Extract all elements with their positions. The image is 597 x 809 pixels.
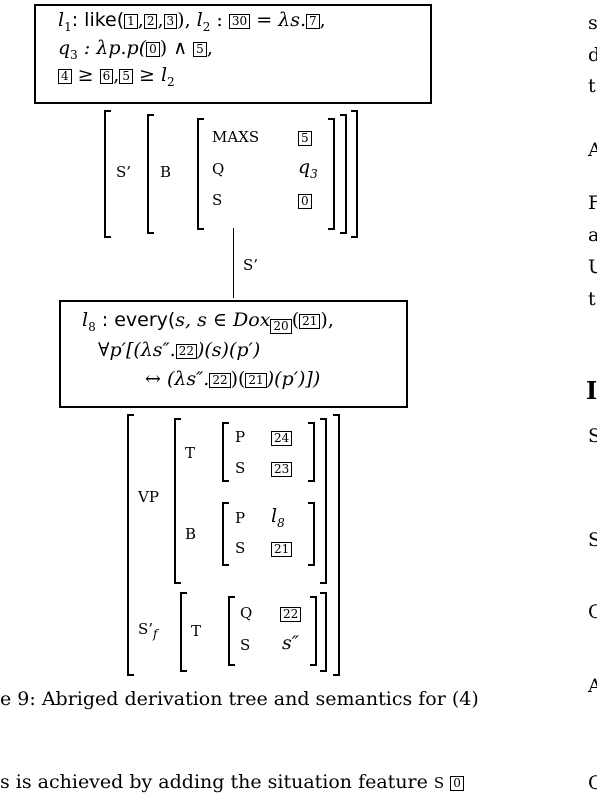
avm2-b-right-bracket [308, 502, 315, 566]
tag-22b: 22 [209, 373, 231, 388]
avm2-sf-val-q: 22 [280, 604, 302, 623]
avm1-mid-left-bracket [147, 114, 154, 234]
avm2-t-val-s: 23 [271, 459, 293, 478]
tag-0: 0 [146, 42, 160, 57]
right-col-line-6: U [588, 256, 597, 278]
tag-2: 2 [143, 14, 158, 29]
avm1-val-s: 0 [298, 191, 312, 210]
avm2-b-val-p: l8 [271, 505, 285, 530]
tag-3: 3 [163, 14, 178, 29]
avm2-sf-feat-s: S [240, 636, 251, 654]
avm2-t-left-bracket [222, 422, 229, 482]
avm2-outer-left-bracket [127, 414, 134, 676]
tree-edge [233, 228, 234, 298]
avm1-feat-q: Q [212, 160, 225, 178]
avm1-outer-label: S’ [116, 163, 132, 181]
right-col-line-9: S [588, 425, 597, 447]
avm2-t-val-p: 24 [271, 428, 293, 447]
right-col-line-10: S [588, 529, 597, 551]
avm1-inner-left-bracket [197, 118, 204, 230]
avm1-feat-s: S [212, 191, 223, 209]
mid-box-line-3: ↔ (λs″. 22)(21)(p′)]) [145, 368, 321, 390]
tag-20: 20 [270, 318, 292, 334]
tag-4: 4 [58, 69, 72, 84]
avm2-sf-val-s: s″ [282, 632, 299, 654]
avm2-b-label: B [185, 525, 197, 543]
avm1-inner-label: B [160, 163, 172, 181]
right-col-line-1: d [588, 44, 597, 66]
avm1-inner-right-bracket [328, 118, 335, 230]
top-box-line-3: 4 ≥ 6,5 ≥ l2 [58, 64, 175, 89]
mid-box-line-1: l8 : every(s, s ∈ Dox 20(21), [82, 309, 334, 334]
avm2-sf-t-right-bracket [310, 596, 317, 666]
avm2-sf-left-bracket [180, 592, 187, 672]
tag-22: 22 [175, 344, 197, 359]
right-col-line-4: F [588, 192, 597, 214]
avm2-t-label: T [185, 444, 196, 462]
avm1-val-maxs: 5 [298, 128, 312, 147]
tag-5: 5 [193, 42, 207, 57]
avm1-feat-maxs: MAXS [212, 128, 260, 146]
avm2-b-feat-s: S [235, 539, 246, 557]
tag-7: 7 [306, 14, 320, 29]
avm2-t-feat-s: S [235, 459, 246, 477]
avm2-b-left-bracket [222, 502, 229, 566]
right-col-line-13: C [588, 772, 597, 794]
top-box-line-1: l1: like(1, 2, 3), l2 : 30 = λs. 7, [58, 9, 326, 34]
avm2-vp-label: VP [138, 488, 159, 506]
avm2-outer-right-bracket [333, 414, 340, 676]
right-col-line-2: t [588, 75, 596, 97]
tag-30: 30 [228, 14, 251, 29]
avm1-outer-right-bracket [351, 110, 358, 238]
avm2-sf-right-bracket [320, 592, 327, 672]
avm1-outer-left-bracket [104, 110, 111, 238]
avm2-vp-right-bracket [320, 418, 327, 584]
tag-6: 6 [99, 69, 114, 84]
top-box-line-2: q3 : λp.p(0) ∧ 5, [58, 37, 213, 62]
avm1-mid-right-bracket [340, 114, 347, 234]
right-col-line-3: A [588, 139, 597, 161]
right-col-line-11: C [588, 601, 597, 623]
avm2-sf-t-label: T [191, 622, 202, 640]
right-col-line-0: s [588, 12, 597, 34]
avm1-val-q: q3 [298, 156, 318, 181]
avm2-b-val-s: 21 [271, 539, 293, 558]
mid-box-line-2: ∀p′[(λs″. 22)(s)(p′) [98, 339, 261, 361]
avm2-vp-left-bracket [174, 418, 181, 584]
right-col-line-7: t [588, 288, 596, 310]
tag-21b: 21 [245, 373, 267, 388]
tag-21: 21 [299, 314, 321, 329]
avm2-sf-feat-q: Q [240, 604, 253, 622]
tag-1: 1 [124, 14, 138, 29]
body-text-line: s is achieved by adding the situation fe… [0, 771, 464, 793]
avm2-t-feat-p: P [235, 428, 246, 446]
avm2-sf-label: S’f [138, 620, 158, 641]
tag-5b: 5 [119, 69, 133, 84]
avm2-b-feat-p: P [235, 509, 246, 527]
figure-caption: e 9: Abriged derivation tree and semanti… [0, 688, 479, 710]
edge-label: S’ [243, 256, 259, 274]
avm2-t-right-bracket [308, 422, 315, 482]
right-col-line-5: a [588, 224, 597, 246]
right-col-line-12: A [588, 675, 597, 697]
right-col-heading: I [586, 376, 597, 405]
avm2-sf-t-left-bracket [228, 596, 235, 666]
